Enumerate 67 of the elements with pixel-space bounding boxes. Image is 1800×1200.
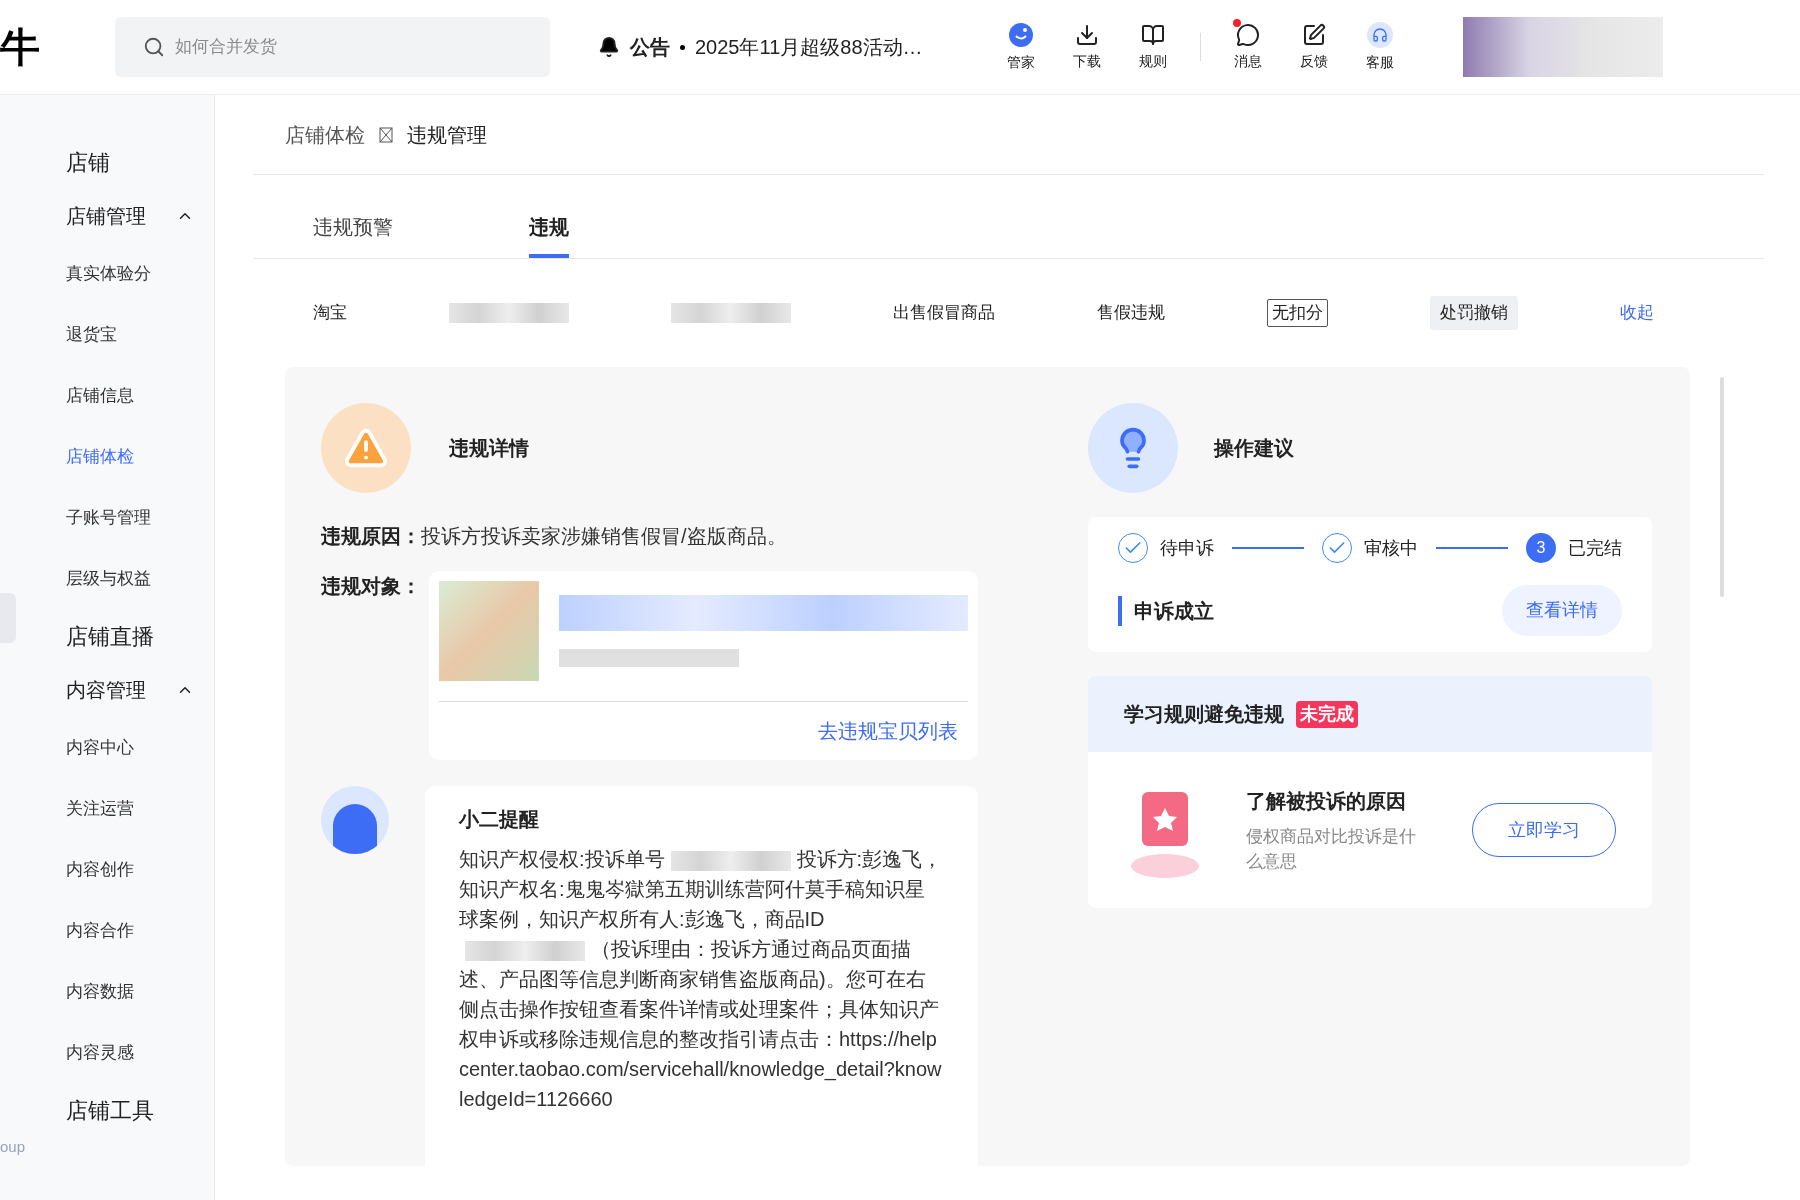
tab[interactable]: 违规 xyxy=(529,212,569,258)
toolbar-button[interactable]: 反馈 xyxy=(1281,22,1347,72)
sidebar-item[interactable]: 内容数据 xyxy=(66,961,214,1022)
toolbar-button[interactable]: 管家 xyxy=(988,21,1054,73)
sidebar-item[interactable]: 店铺信息 xyxy=(66,365,214,426)
collapse-link[interactable]: 收起 xyxy=(1620,300,1654,326)
step-label: 审核中 xyxy=(1364,536,1418,560)
sidebar-item[interactable]: 退货宝 xyxy=(66,304,214,365)
headset-icon xyxy=(1367,21,1393,48)
toolbar-button[interactable]: 下载 xyxy=(1054,22,1120,72)
field-label: 违规对象： xyxy=(321,574,421,599)
search-icon xyxy=(143,36,165,58)
result-title: 申诉成立 xyxy=(1118,595,1214,626)
tab[interactable]: 违规预警 xyxy=(313,212,393,258)
learn-item-title: 了解被投诉的原因 xyxy=(1246,788,1407,814)
step-connector xyxy=(1436,547,1508,549)
record-text: 出售假冒商品 xyxy=(893,302,995,325)
sidebar-item[interactable]: 内容中心 xyxy=(66,717,214,778)
separator-icon xyxy=(379,126,393,143)
sidebar-item[interactable]: 真实体验分 xyxy=(66,243,214,304)
record-text: 淘宝 xyxy=(313,302,347,325)
sidebar-section-title: 店铺直播 xyxy=(66,622,155,651)
card-title: 小二提醒 xyxy=(459,807,540,832)
toolbar-button[interactable]: 消息 xyxy=(1215,22,1281,72)
book-icon xyxy=(1141,22,1165,47)
sidebar-item[interactable]: 层级与权益 xyxy=(66,548,214,609)
sidebar-section-title: 店铺 xyxy=(66,148,111,177)
status-badge: 未完成 xyxy=(1296,700,1358,728)
app-logo: 牛 xyxy=(0,27,41,67)
view-details-button[interactable]: 查看详情 xyxy=(1502,585,1622,636)
product-list-link[interactable]: 去违规宝贝列表 xyxy=(818,716,958,746)
record-text: 售假违规 xyxy=(1097,302,1165,325)
notice-text[interactable]: 2025年11月超级88活动… xyxy=(695,32,923,62)
learn-item-subtitle: 侵权商品对比投诉是什么意思 xyxy=(1246,825,1417,873)
sidebar-item[interactable]: 内容合作 xyxy=(66,900,214,961)
bell-icon xyxy=(598,36,620,58)
sidebar-group[interactable]: 内容管理 xyxy=(66,663,214,717)
card-title: 操作建议 xyxy=(1214,436,1294,461)
status-tag: 无扣分 xyxy=(1267,299,1328,327)
step-label: 待申诉 xyxy=(1160,536,1214,560)
step-label: 已完结 xyxy=(1568,536,1622,560)
field-value: 投诉方投诉卖家涉嫌销售假冒/盗版商品。 xyxy=(421,524,787,549)
step-connector xyxy=(1232,547,1304,549)
sidebar-item[interactable]: 关注运营 xyxy=(66,778,214,839)
step-number: 3 xyxy=(1526,533,1556,563)
notice-label: 公告 xyxy=(630,35,670,60)
toolbar-button[interactable]: 客服 xyxy=(1347,21,1413,73)
smiley-icon xyxy=(1008,21,1034,48)
status-tag: 处罚撤销 xyxy=(1430,296,1518,330)
edit-icon xyxy=(1302,22,1326,47)
card-title: 违规详情 xyxy=(449,436,529,461)
reminder-text: 知识产权侵权:投诉单号 投诉方:彭逸飞，知识产权名:鬼鬼岑獄第五期训练营阿什莫手稿知识星球案例，知识产权所有人:彭逸飞，商品ID （投诉理由：投诉方通过商品页面描述、产品图等信息判断商家销售盗版商品)。您可在右侧点击操作按钮查看案件详情或处理案件；具体知识产权申诉或移除违规信息的整改指引请点击：https://helpcenter.taobao.com/servicehall/knowledge_detail?knowledgeId=1126660 xyxy=(459,847,944,1112)
sidebar-group[interactable]: 店铺管理 xyxy=(66,189,214,243)
sidebar-item[interactable]: 子账号管理 xyxy=(66,487,214,548)
learn-title: 学习规则避免违规 xyxy=(1124,702,1284,727)
field-label: 违规原因： xyxy=(321,524,421,549)
download-icon xyxy=(1075,22,1099,47)
sidebar-section-title: 店铺工具 xyxy=(66,1096,155,1125)
chat-bubble-icon xyxy=(1236,22,1260,47)
sidebar-footer-text: oup xyxy=(0,1136,27,1157)
sidebar-item[interactable]: 内容灵感 xyxy=(66,1022,214,1083)
sidebar-item[interactable]: 内容创作 xyxy=(66,839,214,900)
toolbar-button[interactable]: 规则 xyxy=(1120,22,1186,72)
search-field[interactable]: 如何合并发货 xyxy=(115,17,550,77)
sidebar-item[interactable]: 店铺体检 xyxy=(66,426,214,487)
breadcrumb-item: 违规管理 xyxy=(407,122,487,148)
breadcrumb-item[interactable]: 店铺体检 xyxy=(285,119,365,150)
